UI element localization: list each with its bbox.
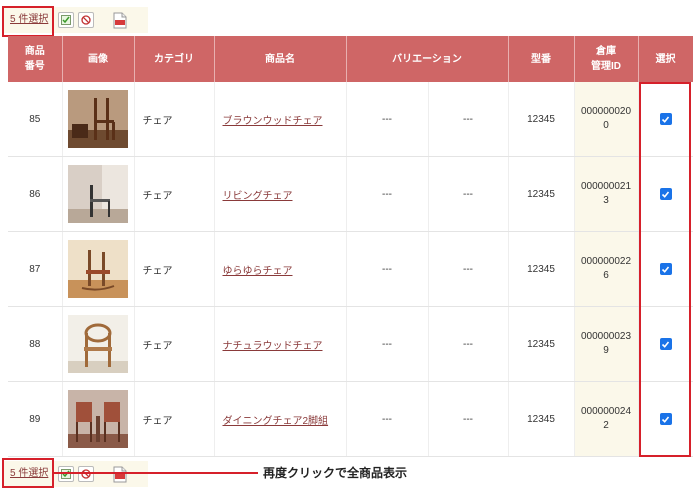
warehouse-id: 000000022 6 bbox=[574, 231, 639, 307]
header-select: 選択 bbox=[638, 36, 693, 82]
bottom-highlight-box bbox=[2, 458, 54, 488]
table-row: 89 チェア ダイニングチェア2脚組 --- --- 12345 0000000… bbox=[8, 381, 693, 457]
chair-photo bbox=[68, 240, 128, 298]
category: チェア bbox=[134, 156, 215, 232]
product-image-cell bbox=[62, 306, 135, 382]
product-name: ブラウンウッドチェア bbox=[214, 82, 347, 157]
model-number: 12345 bbox=[508, 231, 575, 307]
no-icon bbox=[81, 469, 91, 479]
top-highlight-box bbox=[2, 6, 54, 37]
warehouse-id-line2: 2 bbox=[603, 420, 609, 431]
warehouse-id-line1: 000000021 bbox=[580, 181, 632, 192]
variation-1: --- bbox=[346, 82, 429, 157]
chair-photo bbox=[68, 90, 128, 148]
variation-2: --- bbox=[428, 306, 509, 382]
chair-photo bbox=[68, 165, 128, 223]
category: チェア bbox=[134, 381, 215, 457]
uncheck-all-button[interactable] bbox=[78, 466, 95, 482]
product-name-link[interactable]: リビングチェア bbox=[223, 191, 293, 202]
warehouse-id-line2: 9 bbox=[603, 345, 609, 356]
header-model: 型番 bbox=[508, 36, 575, 82]
model-number: 12345 bbox=[508, 82, 575, 157]
product-name-link[interactable]: ゆらゆらチェア bbox=[223, 266, 293, 277]
warehouse-id-line1: 000000022 bbox=[580, 256, 632, 267]
variation-1: --- bbox=[346, 156, 429, 232]
chair-photo bbox=[68, 390, 128, 448]
product-number: 88 bbox=[8, 306, 63, 382]
product-image-cell bbox=[62, 82, 135, 157]
variation-2: --- bbox=[428, 231, 509, 307]
check-icon bbox=[61, 469, 72, 479]
category: チェア bbox=[134, 82, 215, 157]
product-number: 85 bbox=[8, 82, 63, 157]
category: チェア bbox=[134, 306, 215, 382]
warehouse-id-line2: 3 bbox=[603, 195, 609, 206]
warehouse-id: 000000023 9 bbox=[574, 306, 639, 382]
chair-photo bbox=[68, 315, 128, 373]
callout-text: 再度クリックで全商品表示 bbox=[263, 466, 408, 480]
no-icon bbox=[81, 15, 91, 25]
warehouse-id-line1: 000000024 bbox=[580, 406, 632, 417]
warehouse-id: 000000024 2 bbox=[574, 381, 639, 457]
warehouse-id-line1: 000000023 bbox=[580, 331, 632, 342]
model-number: 12345 bbox=[508, 156, 575, 232]
warehouse-id-line2: 0 bbox=[603, 120, 609, 131]
check-icon bbox=[61, 15, 72, 25]
table-row: 85 チェア ブラウンウッドチェア --- --- 12345 00000002… bbox=[8, 82, 693, 157]
product-number: 89 bbox=[8, 381, 63, 457]
warehouse-id-line1: 000000020 bbox=[580, 106, 632, 117]
product-number: 87 bbox=[8, 231, 63, 307]
product-number: 86 bbox=[8, 156, 63, 232]
header-image: 画像 bbox=[62, 36, 135, 82]
product-image-cell bbox=[62, 231, 135, 307]
header-product-number: 商品 番号 bbox=[8, 36, 63, 82]
pdf-button[interactable] bbox=[112, 11, 128, 29]
warehouse-id: 000000021 3 bbox=[574, 156, 639, 232]
product-table: 商品 番号 画像 カテゴリ 商品名 バリエーション 型番 倉庫 管理ID 選択 … bbox=[8, 36, 693, 457]
check-all-button[interactable] bbox=[58, 12, 75, 28]
model-number: 12345 bbox=[508, 306, 575, 382]
select-column-highlight bbox=[639, 82, 691, 457]
pdf-icon bbox=[113, 12, 127, 28]
header-variation: バリエーション bbox=[346, 36, 509, 82]
callout-line bbox=[53, 472, 258, 474]
product-name: リビングチェア bbox=[214, 156, 347, 232]
header-category: カテゴリ bbox=[134, 36, 215, 82]
warehouse-id: 000000020 0 bbox=[574, 82, 639, 157]
table-row: 88 チェア ナチュラウッドチェア --- --- 12345 00000002… bbox=[8, 306, 693, 382]
variation-1: --- bbox=[346, 231, 429, 307]
table-row: 87 チェア ゆらゆらチェア --- --- 12345 000000022 6 bbox=[8, 231, 693, 307]
category: チェア bbox=[134, 231, 215, 307]
variation-2: --- bbox=[428, 156, 509, 232]
header-product-name: 商品名 bbox=[214, 36, 347, 82]
product-name: ゆらゆらチェア bbox=[214, 231, 347, 307]
product-name-link[interactable]: ダイニングチェア2脚組 bbox=[223, 416, 329, 427]
product-name: ダイニングチェア2脚組 bbox=[214, 381, 347, 457]
check-all-button[interactable] bbox=[58, 466, 75, 482]
pdf-icon bbox=[113, 466, 127, 482]
variation-1: --- bbox=[346, 381, 429, 457]
product-image-cell bbox=[62, 156, 135, 232]
table-header-row: 商品 番号 画像 カテゴリ 商品名 バリエーション 型番 倉庫 管理ID 選択 bbox=[8, 36, 693, 82]
table-row: 86 チェア リビングチェア --- --- 12345 000000021 3 bbox=[8, 156, 693, 232]
variation-1: --- bbox=[346, 306, 429, 382]
variation-2: --- bbox=[428, 82, 509, 157]
product-name: ナチュラウッドチェア bbox=[214, 306, 347, 382]
variation-2: --- bbox=[428, 381, 509, 457]
header-warehouse-id: 倉庫 管理ID bbox=[574, 36, 639, 82]
warehouse-id-line2: 6 bbox=[603, 270, 609, 281]
pdf-button[interactable] bbox=[112, 465, 128, 483]
uncheck-all-button[interactable] bbox=[78, 12, 95, 28]
product-name-link[interactable]: ナチュラウッドチェア bbox=[223, 341, 323, 352]
product-image-cell bbox=[62, 381, 135, 457]
product-name-link[interactable]: ブラウンウッドチェア bbox=[223, 116, 323, 127]
model-number: 12345 bbox=[508, 381, 575, 457]
